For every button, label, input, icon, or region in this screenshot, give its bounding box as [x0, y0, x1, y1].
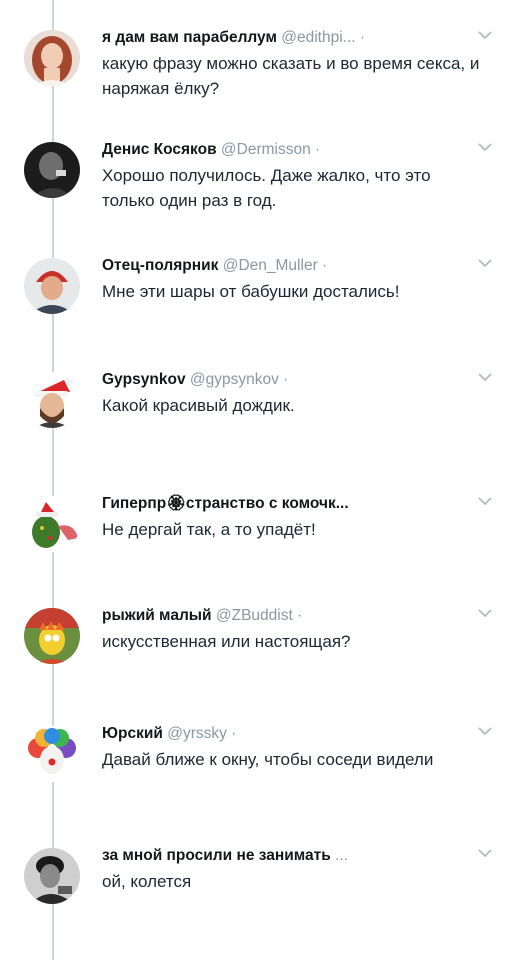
reply-tweet[interactable]: Гиперпр🏵странство с комочк... Не дергай …	[0, 488, 512, 598]
display-name[interactable]: Гиперпр🏵странство с комочк...	[102, 495, 349, 512]
tweet-text: ой, колется	[102, 872, 192, 891]
tweet-header: Gypsynkov @gypsynkov ·	[102, 370, 482, 390]
display-name[interactable]: Юрский	[102, 725, 163, 742]
chevron-down-icon[interactable]	[478, 848, 492, 858]
tweet-header: я дам вам парабеллум @edithpi... ·	[102, 28, 482, 48]
avatar[interactable]	[24, 30, 80, 86]
display-name[interactable]: Gypsynkov	[102, 371, 186, 388]
tweet-text: искусственная или настоящая?	[102, 632, 351, 651]
display-name[interactable]: Отец-полярник	[102, 257, 218, 274]
chevron-down-icon[interactable]	[478, 142, 492, 152]
tweet-text: Не дергай так, а то упадёт!	[102, 520, 316, 539]
separator-dot: ·	[231, 725, 237, 742]
tweet-text: Хорошо получилось. Даже жалко, что это т…	[102, 166, 431, 210]
user-handle[interactable]: ...	[335, 847, 348, 864]
separator-dot: ·	[322, 257, 328, 274]
tweet-header: рыжий малый @ZBuddist ·	[102, 606, 482, 626]
tweet-text: Давай ближе к окну, чтобы соседи видели	[102, 750, 434, 769]
tweet-header: Юрский @yrssky ·	[102, 724, 482, 744]
reply-tweet[interactable]: Gypsynkov @gypsynkov · Какой красивый до…	[0, 364, 512, 474]
reply-tweet[interactable]: Отец-полярник @Den_Muller · Мне эти шары…	[0, 250, 512, 360]
tweet-header: Денис Косяков @Dermisson ·	[102, 140, 482, 160]
display-name[interactable]: рыжий малый	[102, 607, 212, 624]
user-handle[interactable]: @edithpi...	[281, 29, 355, 46]
tweet-header: Гиперпр🏵странство с комочк...	[102, 494, 482, 514]
reply-tweet[interactable]: рыжий малый @ZBuddist · искусственная ил…	[0, 600, 512, 710]
tweet-header: за мной просили не занимать ...	[102, 846, 482, 866]
separator-dot: ·	[283, 371, 289, 388]
avatar[interactable]	[24, 496, 80, 552]
avatar[interactable]	[24, 142, 80, 198]
chevron-down-icon[interactable]	[478, 726, 492, 736]
user-handle[interactable]: @Dermisson	[221, 141, 311, 158]
chevron-down-icon[interactable]	[478, 30, 492, 40]
user-handle[interactable]: @ZBuddist	[216, 607, 293, 624]
user-handle[interactable]: @Den_Muller	[223, 257, 318, 274]
avatar[interactable]	[24, 726, 80, 782]
chevron-down-icon[interactable]	[478, 258, 492, 268]
avatar[interactable]	[24, 608, 80, 664]
tweet-text: Мне эти шары от бабушки достались!	[102, 282, 400, 301]
separator-dot: ·	[315, 141, 321, 158]
user-handle[interactable]: @gypsynkov	[190, 371, 279, 388]
reply-tweet[interactable]: за мной просили не занимать ... ой, коле…	[0, 840, 512, 950]
avatar[interactable]	[24, 848, 80, 904]
user-handle[interactable]: @yrssky	[167, 725, 227, 742]
chevron-down-icon[interactable]	[478, 608, 492, 618]
avatar[interactable]	[24, 258, 80, 314]
display-name[interactable]: за мной просили не занимать	[102, 847, 331, 864]
display-name[interactable]: Денис Косяков	[102, 141, 217, 158]
separator-dot: ·	[297, 607, 303, 624]
tweet-header: Отец-полярник @Den_Muller ·	[102, 256, 482, 276]
reply-tweet[interactable]: я дам вам парабеллум @edithpi... · какую…	[0, 22, 512, 132]
separator-dot: ·	[359, 29, 366, 46]
tweet-text: Какой красивый дождик.	[102, 396, 295, 415]
reply-tweet[interactable]: Юрский @yrssky · Давай ближе к окну, что…	[0, 718, 512, 828]
display-name[interactable]: я дам вам парабеллум	[102, 29, 277, 46]
tweet-text: какую фразу можно сказать и во время сек…	[102, 54, 480, 98]
reply-tweet[interactable]: Денис Косяков @Dermisson · Хорошо получи…	[0, 134, 512, 244]
chevron-down-icon[interactable]	[478, 372, 492, 382]
chevron-down-icon[interactable]	[478, 496, 492, 506]
avatar[interactable]	[24, 372, 80, 428]
